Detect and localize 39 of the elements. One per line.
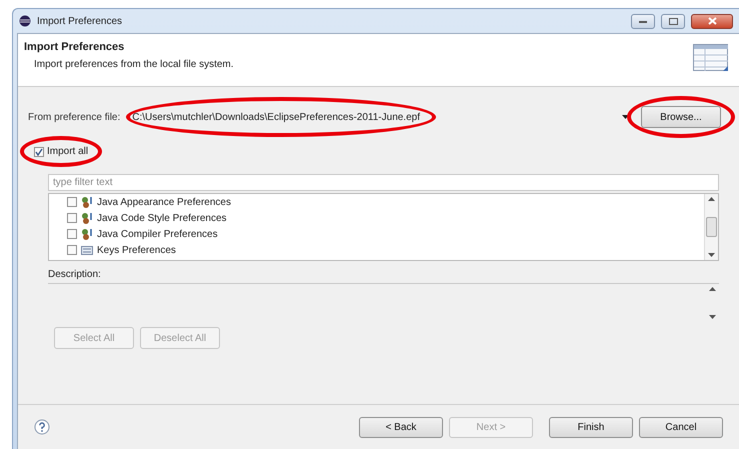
filter-field[interactable]: type filter text: [48, 174, 719, 191]
close-icon: [708, 17, 716, 25]
import-all-label: Import all: [47, 146, 88, 157]
keyboard-icon: [81, 244, 93, 256]
tree-item[interactable]: Keys Preferences: [97, 244, 176, 256]
java-icon: [81, 196, 93, 208]
help-icon[interactable]: [34, 419, 50, 435]
import-all-checkbox[interactable]: [34, 146, 44, 156]
tree-item[interactable]: Java Compiler Preferences: [97, 228, 218, 240]
item-checkbox[interactable]: [67, 197, 77, 207]
scroll-down-icon[interactable]: [708, 253, 715, 257]
scroll-up-icon[interactable]: [708, 197, 715, 201]
scroll-down-icon[interactable]: [709, 315, 716, 319]
browse-button[interactable]: Browse...: [641, 106, 721, 128]
wizard-button[interactable]: Cancel: [639, 416, 723, 438]
tree-item[interactable]: Java Appearance Preferences: [97, 196, 231, 208]
table-icon: [693, 44, 729, 72]
java-icon: [81, 212, 93, 224]
window-title: Import Preferences: [37, 16, 122, 26]
wizard-button[interactable]: Finish: [549, 416, 633, 438]
maximize-icon: [668, 18, 678, 24]
dropdown-icon[interactable]: [622, 115, 629, 119]
description-label: Description:: [48, 269, 101, 280]
item-checkbox[interactable]: [67, 229, 77, 239]
close-button[interactable]: [691, 14, 733, 28]
maximize-button[interactable]: [661, 14, 685, 28]
page-description: Import preferences from the local file system.: [34, 59, 234, 70]
minimize-button[interactable]: [631, 14, 655, 28]
wizard-button[interactable]: < Back: [359, 416, 443, 438]
item-checkbox[interactable]: [67, 213, 77, 223]
java-icon: [81, 228, 93, 240]
scrollbar-thumb[interactable]: [706, 217, 717, 237]
file-path-field[interactable]: C:\Users\mutchler\Downloads\EclipsePreferences-2011-June.epf: [132, 112, 420, 122]
minimize-icon: [639, 20, 647, 22]
page-title: Import Preferences: [24, 41, 126, 53]
tree-item[interactable]: Java Code Style Preferences: [97, 212, 227, 224]
scroll-up-icon[interactable]: [709, 287, 716, 291]
item-checkbox[interactable]: [67, 245, 77, 255]
file-label: From preference file:: [28, 112, 120, 122]
